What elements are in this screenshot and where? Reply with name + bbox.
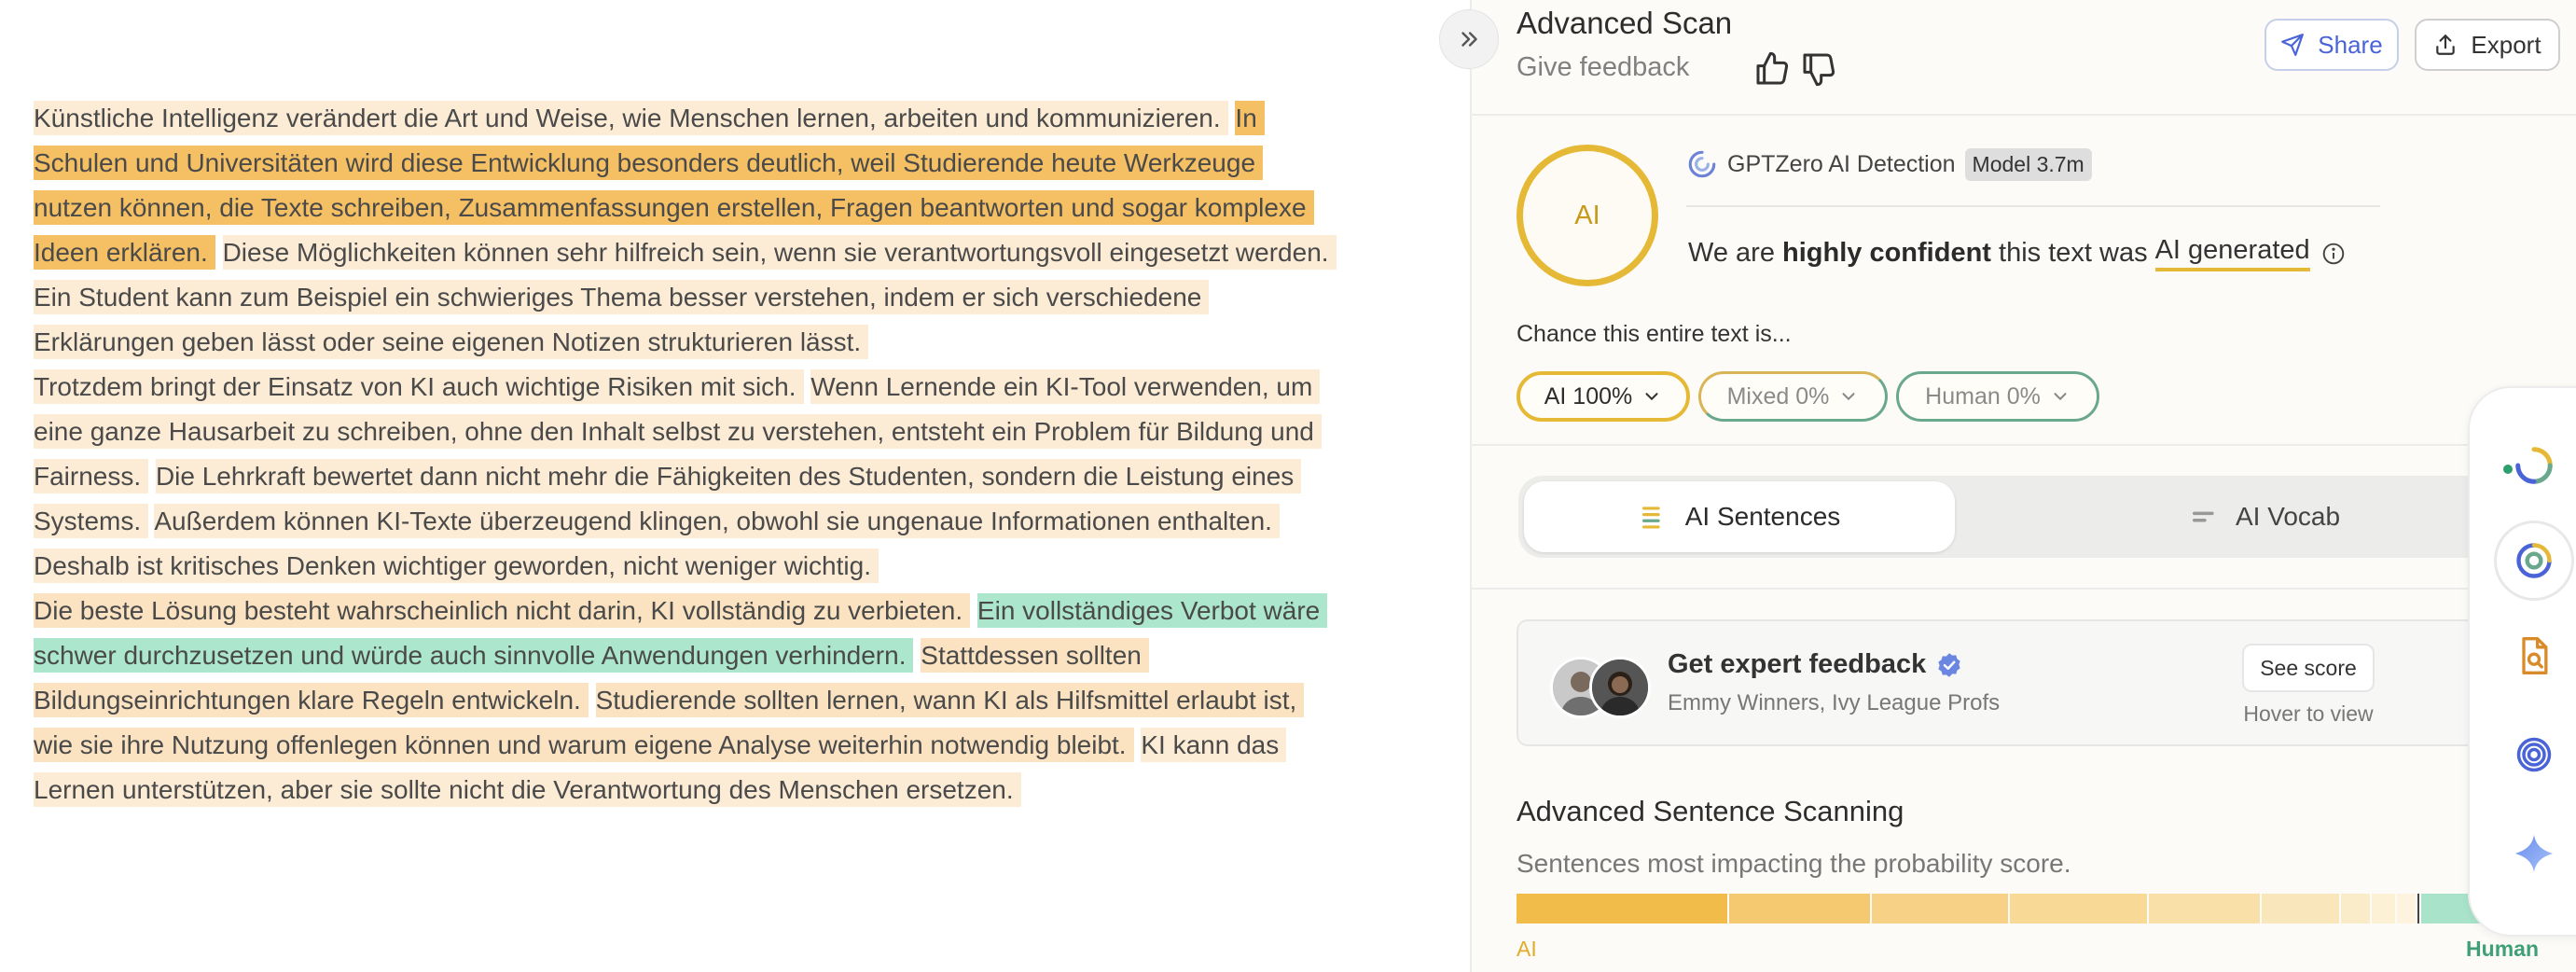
tab-ai-vocab[interactable]: AI Vocab: [2041, 481, 2488, 552]
sentence-highlight[interactable]: Künstliche Intelligenz verändert die Art…: [34, 101, 1228, 135]
share-button[interactable]: Share: [2264, 19, 2399, 71]
collapse-panel-button[interactable]: [1439, 9, 1499, 69]
score-bar-segment[interactable]: [2010, 894, 2147, 923]
ai-percentage-pill[interactable]: AI 100%: [1517, 371, 1690, 422]
hover-to-view-label: Hover to view: [2243, 701, 2374, 726]
score-bar-segment[interactable]: [1872, 894, 2008, 923]
ai-generated-verdict[interactable]: AI generated: [2154, 235, 2310, 271]
detector-row: GPTZero AI Detection Model 3.7m: [1686, 147, 2092, 181]
sentence-highlight[interactable]: Diese Möglichkeiten können sehr hilfreic…: [222, 235, 1336, 270]
sentence-scanning-subtitle: Sentences most impacting the probability…: [1517, 849, 2071, 878]
chance-divider: [1472, 444, 2576, 446]
ring-label: AI: [1574, 200, 1600, 230]
rail-document-search-button[interactable]: [2494, 616, 2574, 696]
rail-loading-button[interactable]: [2494, 425, 2574, 506]
feedback-label: Give feedback: [1517, 52, 1690, 82]
progress-ring-icon: [2515, 447, 2553, 484]
gptzero-logo-icon: [2516, 543, 2552, 578]
document-search-icon: [2522, 637, 2548, 674]
thumbs-down-icon[interactable]: [1800, 50, 1837, 88]
sentence-highlight[interactable]: Außerdem können KI-Texte überzeugend kli…: [154, 504, 1280, 538]
bar-ai-label: AI: [1517, 937, 1537, 961]
chevron-down-icon: [1842, 393, 1855, 401]
score-bar-segment[interactable]: [1729, 894, 1870, 923]
human-percentage-label: Human 0%: [1925, 382, 2041, 410]
score-bar-segment[interactable]: [2341, 894, 2370, 923]
rail-detector-button[interactable]: [2494, 521, 2574, 601]
detector-name: GPTZero AI Detection: [1727, 150, 1956, 177]
tab-ai-sentences-label: AI Sentences: [1684, 502, 1841, 531]
document-text[interactable]: Künstliche Intelligenz verändert die Art…: [34, 96, 1339, 812]
score-bar-segment[interactable]: [2397, 894, 2416, 923]
confidence-statement: We are highly confident this text was AI…: [1688, 235, 2346, 271]
model-badge: Model 3.7m: [1964, 147, 2092, 181]
rail-spiral-button[interactable]: [2494, 715, 2574, 795]
vocab-lines-icon: [2192, 511, 2214, 522]
ai-percentage-label: AI 100%: [1544, 382, 1633, 410]
share-label: Share: [2318, 30, 2383, 59]
tab-ai-vocab-label: AI Vocab: [2235, 502, 2341, 531]
analysis-tabs: AI Sentences AI Vocab: [1518, 476, 2539, 558]
thumbs-up-icon[interactable]: [1753, 50, 1791, 88]
sentence-highlight[interactable]: Die beste Lösung besteht wahrscheinlich …: [34, 593, 971, 628]
expert-feedback-subtitle: Emmy Winners, Ivy League Profs: [1668, 690, 2001, 715]
gptzero-logo-icon: [1688, 150, 1716, 178]
export-button[interactable]: Export: [2415, 19, 2560, 71]
chance-label: Chance this entire text is...: [1517, 321, 1792, 347]
scan-title: Advanced Scan: [1517, 6, 1733, 40]
confidence-prefix: We are: [1688, 238, 1775, 268]
chevron-down-icon: [1645, 393, 1658, 401]
expert-title-text: Get expert feedback: [1668, 649, 1927, 679]
tool-rail: [2468, 386, 2576, 937]
sentences-lines-icon: [1641, 507, 1660, 529]
score-bar-segment[interactable]: [2417, 894, 2419, 923]
see-score-button[interactable]: See score: [2242, 644, 2375, 692]
export-icon: [2436, 35, 2456, 55]
mixed-percentage-label: Mixed 0%: [1726, 382, 1830, 410]
sentence-score-bar[interactable]: [1517, 894, 2539, 923]
sparkle-icon: [2514, 834, 2554, 873]
sentence-scanning-heading: Advanced Sentence Scanning: [1517, 795, 1904, 827]
sentence-highlight[interactable]: Ein Student kann zum Beispiel ein schwie…: [34, 280, 1210, 359]
score-bar-segment[interactable]: [2149, 894, 2260, 923]
result-divider: [1686, 205, 2380, 207]
sentence-highlight[interactable]: Trotzdem bringt der Einsatz von KI auch …: [34, 369, 804, 404]
tab-ai-sentences[interactable]: AI Sentences: [1524, 481, 1955, 552]
chevrons-right-icon: [1461, 32, 1477, 47]
spiral-icon: [2516, 737, 2552, 772]
score-bar-segment[interactable]: [2262, 894, 2339, 923]
confidence-middle: this text was: [1999, 238, 2148, 268]
chevron-down-icon: [2054, 393, 2067, 401]
expert-avatar: [1589, 657, 1651, 718]
export-label: Export: [2471, 30, 2541, 59]
score-bar-segment[interactable]: [2372, 894, 2395, 923]
human-percentage-pill[interactable]: Human 0%: [1896, 371, 2099, 422]
expert-feedback-card[interactable]: Get expert feedback Emmy Winners, Ivy Le…: [1517, 619, 2539, 746]
document-paragraph: Künstliche Intelligenz verändert die Art…: [34, 96, 1339, 365]
sentence-highlight[interactable]: Deshalb ist kritisches Denken wichtiger …: [34, 548, 879, 583]
rail-sparkle-button[interactable]: [2494, 813, 2574, 894]
bar-human-label: Human: [2466, 937, 2539, 961]
header-divider: [1472, 114, 2576, 116]
document-paragraph: Trotzdem bringt der Einsatz von KI auch …: [34, 365, 1339, 589]
tabs-divider: [1472, 588, 2576, 590]
score-bar-segment[interactable]: [1517, 894, 1727, 923]
info-icon[interactable]: [2321, 242, 2346, 266]
document-paragraph: Die beste Lösung besteht wahrscheinlich …: [34, 589, 1339, 812]
expert-feedback-title: Get expert feedback: [1668, 649, 1963, 680]
ai-result-ring: AI: [1517, 145, 1658, 286]
send-icon: [2281, 34, 2305, 56]
scan-panel: Advanced Scan Give feedback Share Export…: [1470, 0, 2576, 972]
mixed-percentage-pill[interactable]: Mixed 0%: [1698, 371, 1888, 422]
verified-badge-icon: [1938, 652, 1960, 677]
confidence-strong: highly confident: [1782, 238, 1991, 268]
